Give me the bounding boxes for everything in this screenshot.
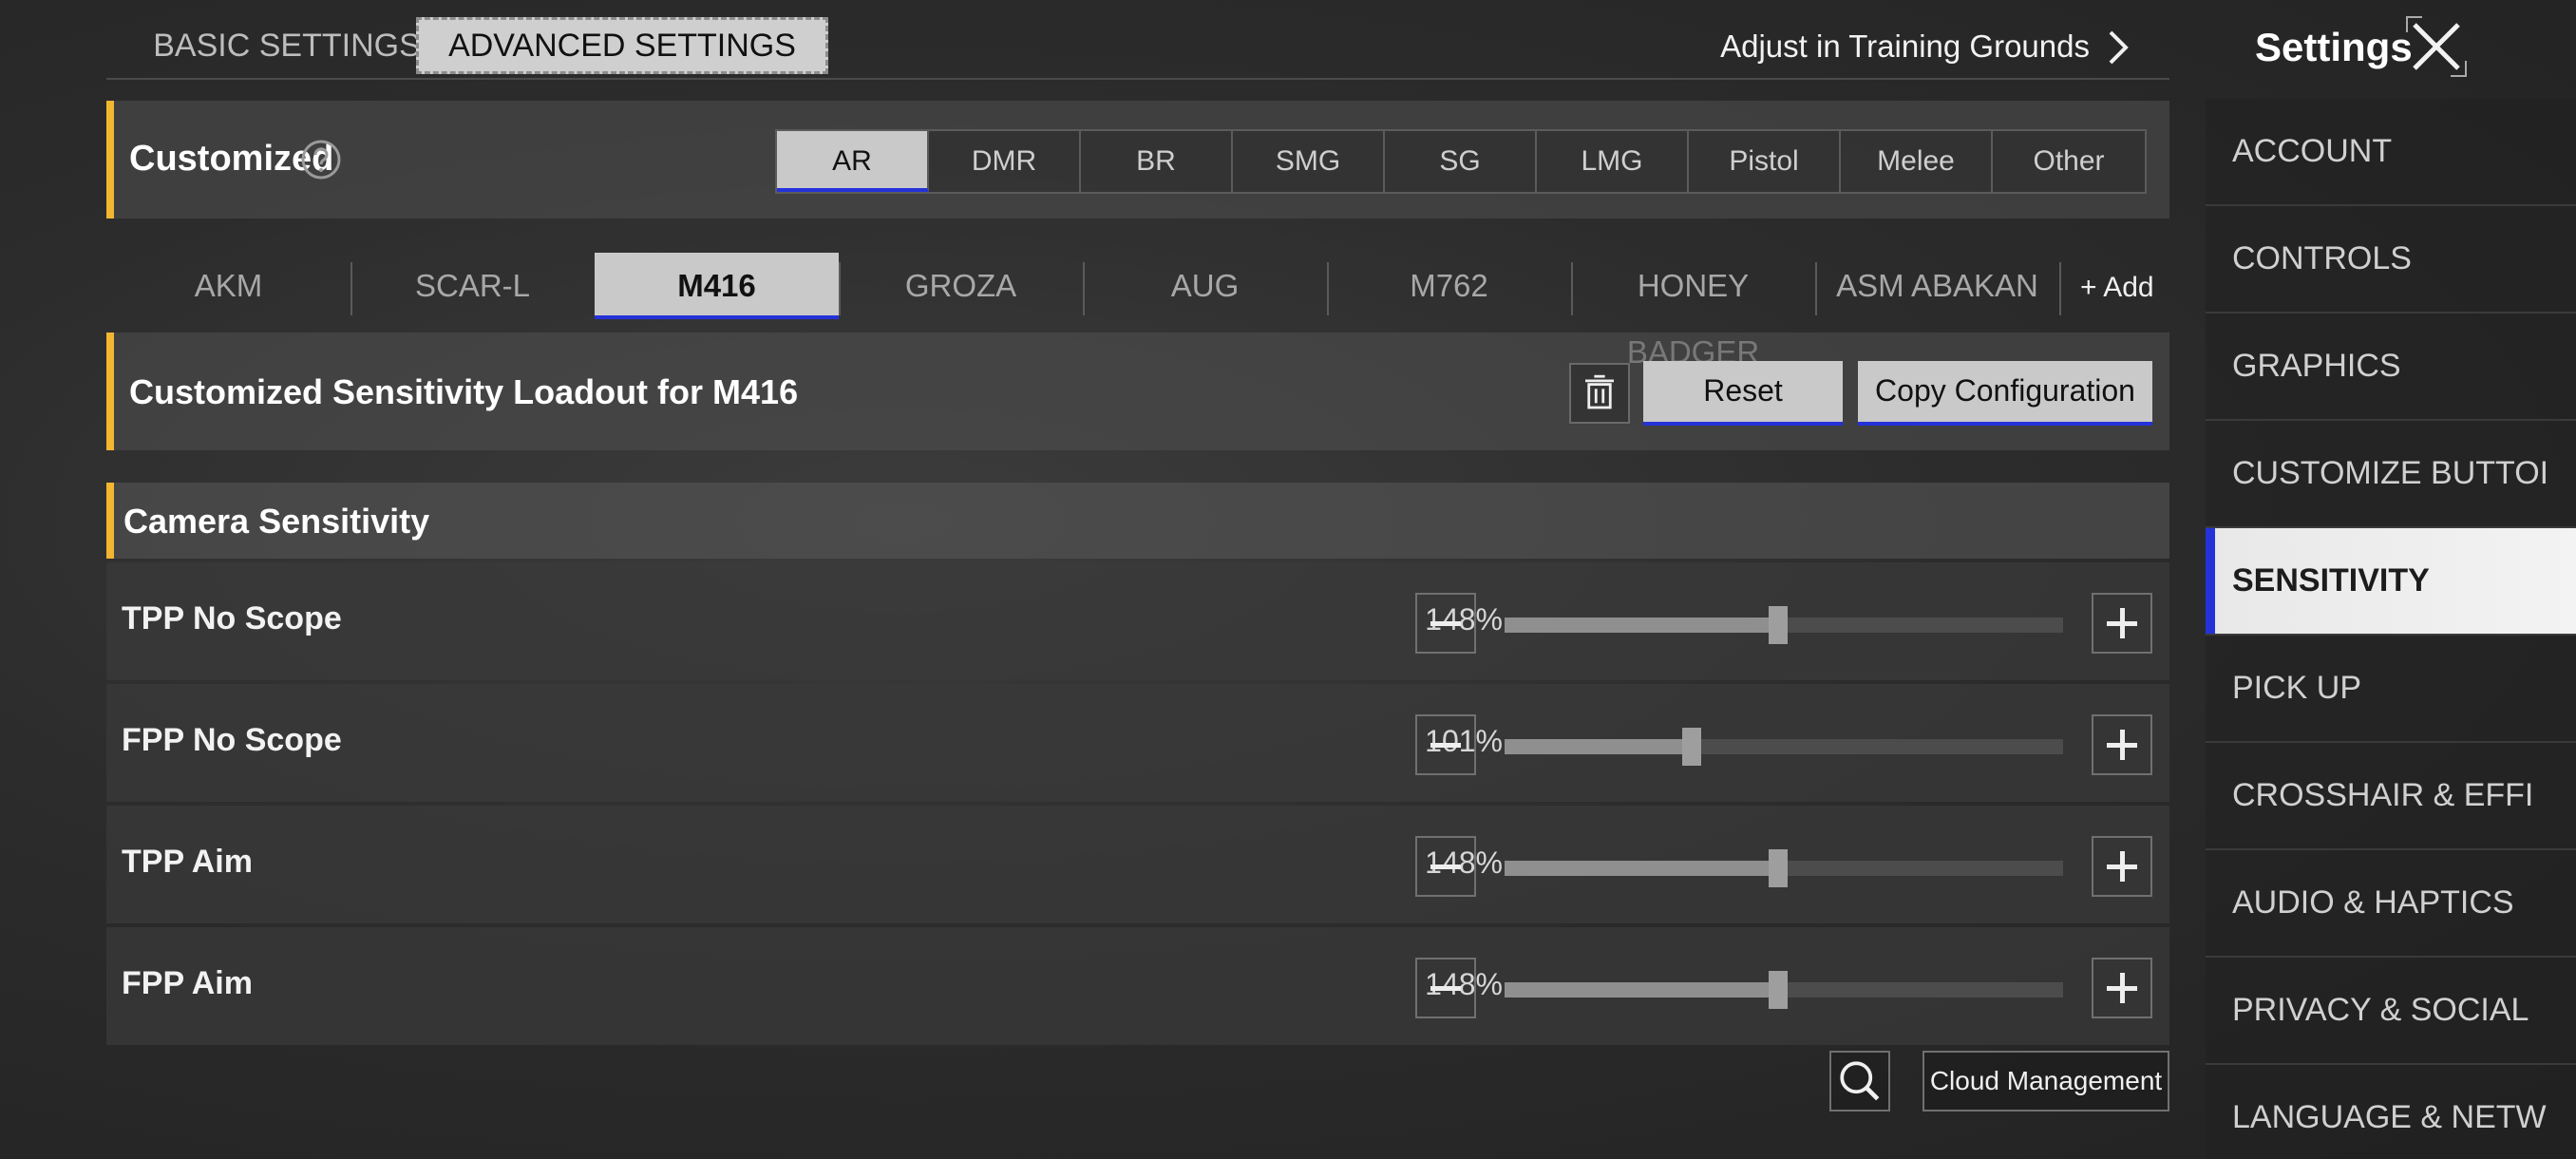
sensitivity-name: FPP No Scope [122,722,342,758]
accent-bar [106,332,114,450]
sidebar-item-1[interactable]: ACCOUNT [2206,99,2576,206]
sensitivity-row: TPP No Scope 148% [106,562,2169,680]
loadout-label: Customized Sensitivity Loadout for M416 [129,372,799,411]
increase-button[interactable] [2092,836,2152,897]
sensitivity-slider[interactable] [1505,849,2063,887]
tab-advanced-settings[interactable]: ADVANCED SETTINGS [416,17,828,74]
add-weapon-label: Add [2103,272,2154,303]
sensitivity-slider[interactable] [1505,971,2063,1009]
slider-fill [1505,739,1692,754]
sensitivity-name: FPP Aim [122,965,253,1001]
slider-fill [1505,861,1779,876]
category-tab-1[interactable]: AR [777,131,929,192]
sidebar-item-8[interactable]: AUDIO & HAPTICS [2206,850,2576,958]
decrease-button[interactable] [1415,714,1476,775]
sidebar-item-3[interactable]: GRAPHICS [2206,314,2576,421]
camera-sensitivity-header: Camera Sensitivity [106,483,2169,559]
plus-icon: + [2080,272,2097,303]
sidebar-item-label: CUSTOMIZE BUTTOI [2232,455,2549,491]
help-icon[interactable] [300,139,342,180]
settings-sidebar: ACCOUNT CONTROLS GRAPHICS CUSTOMIZE BUTTOI S… [2206,99,2576,1159]
reset-button[interactable]: Reset [1643,361,1843,426]
weapon-tab-3[interactable]: M416 [595,253,839,319]
sidebar-item-label: PICK UP [2232,670,2362,706]
weapon-tab-8[interactable]: ASM ABAKAN [1815,253,2059,319]
sensitivity-name: TPP No Scope [122,600,342,636]
increase-button[interactable] [2092,958,2152,1018]
tab-advanced-settings-label: ADVANCED SETTINGS [448,28,796,64]
sidebar-item-label: GRAPHICS [2232,348,2401,384]
customized-panel: Customized AR DMR BR SMG SG LMG Pistol Melee Oth… [106,101,2169,218]
slider-handle[interactable] [1769,971,1789,1009]
top-tab-bar: BASIC SETTINGS ADVANCED SETTINGS Adjust … [106,0,2169,80]
weapon-tab-7[interactable]: HONEY BADGER [1571,253,1815,370]
camera-sensitivity-label: Camera Sensitivity [123,502,430,541]
sidebar-item-5[interactable]: SENSITIVITY [2206,528,2576,636]
sidebar-item-10[interactable]: LANGUAGE & NETW [2206,1065,2576,1159]
weapon-tab-4[interactable]: GROZA [839,253,1083,319]
tab-basic-settings[interactable]: BASIC SETTINGS [144,17,429,74]
weapon-tab-divider [2059,262,2061,315]
sidebar-item-2[interactable]: CONTROLS [2206,206,2576,314]
category-tab-4[interactable]: SMG [1233,131,1385,192]
increase-button[interactable] [2092,714,2152,775]
sidebar-item-label: SENSITIVITY [2232,562,2430,598]
delete-button[interactable] [1569,363,1630,424]
training-grounds-link[interactable]: Adjust in Training Grounds [1720,28,2090,65]
sidebar-item-label: CONTROLS [2232,240,2412,276]
sensitivity-row: FPP No Scope 101% [106,684,2169,802]
loadout-panel: Customized Sensitivity Loadout for M416 … [106,332,2169,450]
settings-title: Settings [2255,25,2413,69]
decrease-button[interactable] [1415,836,1476,897]
category-tab-5[interactable]: SG [1385,131,1537,192]
slider-handle[interactable] [1769,849,1789,887]
weapon-tabs: + Add AKMSCAR-LM416GROZAAUGM762HONEY BAD… [106,253,2169,370]
category-tab-2[interactable]: DMR [929,131,1081,192]
slider-fill [1505,982,1779,998]
slider-fill [1505,618,1779,633]
decrease-button[interactable] [1415,958,1476,1018]
weapon-tab-2[interactable]: SCAR-L [350,253,595,319]
sensitivity-row: FPP Aim 148% [106,927,2169,1045]
sidebar-item-4[interactable]: CUSTOMIZE BUTTOI [2206,421,2576,528]
slider-handle[interactable] [1681,728,1701,766]
sidebar-item-6[interactable]: PICK UP [2206,636,2576,743]
weapon-category-bar: AR DMR BR SMG SG LMG Pistol Melee Other [775,129,2147,194]
sensitivity-slider[interactable] [1505,728,2063,766]
search-icon [1840,1061,1880,1101]
copy-configuration-button[interactable]: Copy Configuration [1858,361,2152,426]
sidebar-item-label: PRIVACY & SOCIAL [2232,992,2529,1028]
weapon-tab-6[interactable]: M762 [1327,253,1571,319]
sensitivity-row: TPP Aim 148% [106,806,2169,923]
increase-button[interactable] [2092,593,2152,654]
category-tab-7[interactable]: Pistol [1689,131,1841,192]
category-tab-9[interactable]: Other [1993,131,2145,192]
sensitivity-slider[interactable] [1505,606,2063,644]
sidebar-item-label: AUDIO & HAPTICS [2232,884,2514,921]
sensitivity-name: TPP Aim [122,844,253,880]
category-tab-3[interactable]: BR [1081,131,1233,192]
category-tab-8[interactable]: Melee [1841,131,1993,192]
sidebar-item-label: LANGUAGE & NETW [2232,1099,2547,1135]
sidebar-item-label: ACCOUNT [2232,133,2393,169]
decrease-button[interactable] [1415,593,1476,654]
slider-handle[interactable] [1769,606,1789,644]
weapon-tab-5[interactable]: AUG [1083,253,1327,319]
add-weapon-button[interactable]: + Add [2080,272,2154,304]
chevron-right-icon[interactable] [2097,27,2139,68]
accent-bar [106,101,114,218]
trash-icon [1585,374,1614,409]
weapon-tab-1[interactable]: AKM [106,253,350,319]
sidebar-item-label: CROSSHAIR & EFFI [2232,777,2534,813]
tab-basic-settings-label: BASIC SETTINGS [153,28,421,64]
sidebar-item-7[interactable]: CROSSHAIR & EFFI [2206,743,2576,850]
cloud-management-button[interactable]: Cloud Management [1923,1051,2169,1112]
search-button[interactable] [1829,1051,1890,1112]
accent-bar [106,483,114,559]
sidebar-item-9[interactable]: PRIVACY & SOCIAL [2206,958,2576,1065]
close-icon[interactable] [2405,15,2468,78]
category-tab-6[interactable]: LMG [1537,131,1689,192]
